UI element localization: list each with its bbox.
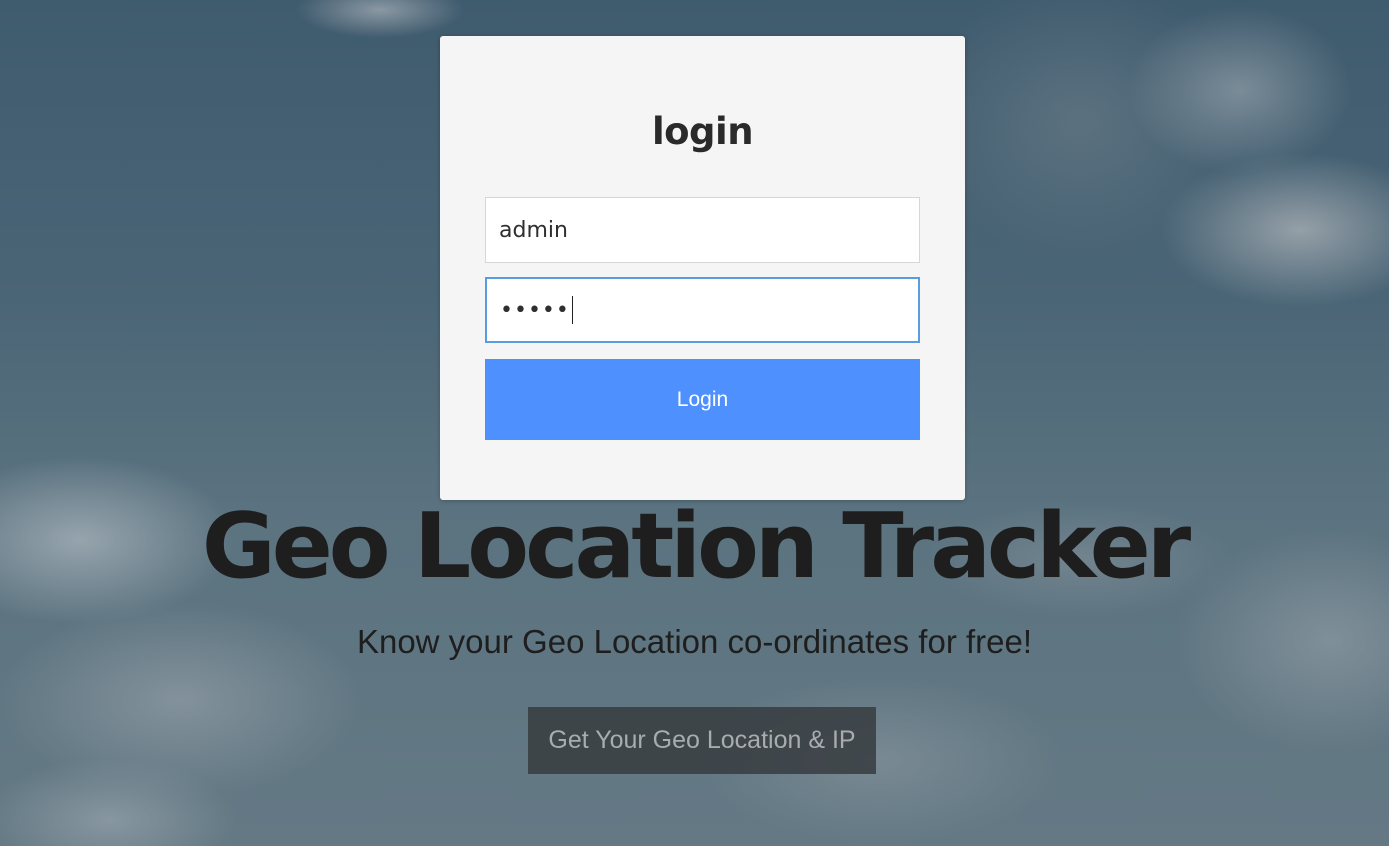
login-button[interactable]: Login — [485, 359, 920, 440]
password-input[interactable]: ••••• — [485, 277, 920, 343]
text-cursor — [571, 296, 573, 324]
page-subtitle: Know your Geo Location co-ordinates for … — [356, 623, 1033, 660]
login-card: login admin ••••• Login — [440, 36, 965, 500]
login-title: login — [651, 110, 754, 153]
page-title: Geo Location Tracker — [201, 494, 1191, 599]
get-geo-location-button[interactable]: Get Your Geo Location & IP — [528, 707, 876, 774]
username-value: admin — [499, 217, 568, 243]
password-value: ••••• — [500, 297, 570, 323]
username-input[interactable]: admin — [485, 197, 920, 263]
